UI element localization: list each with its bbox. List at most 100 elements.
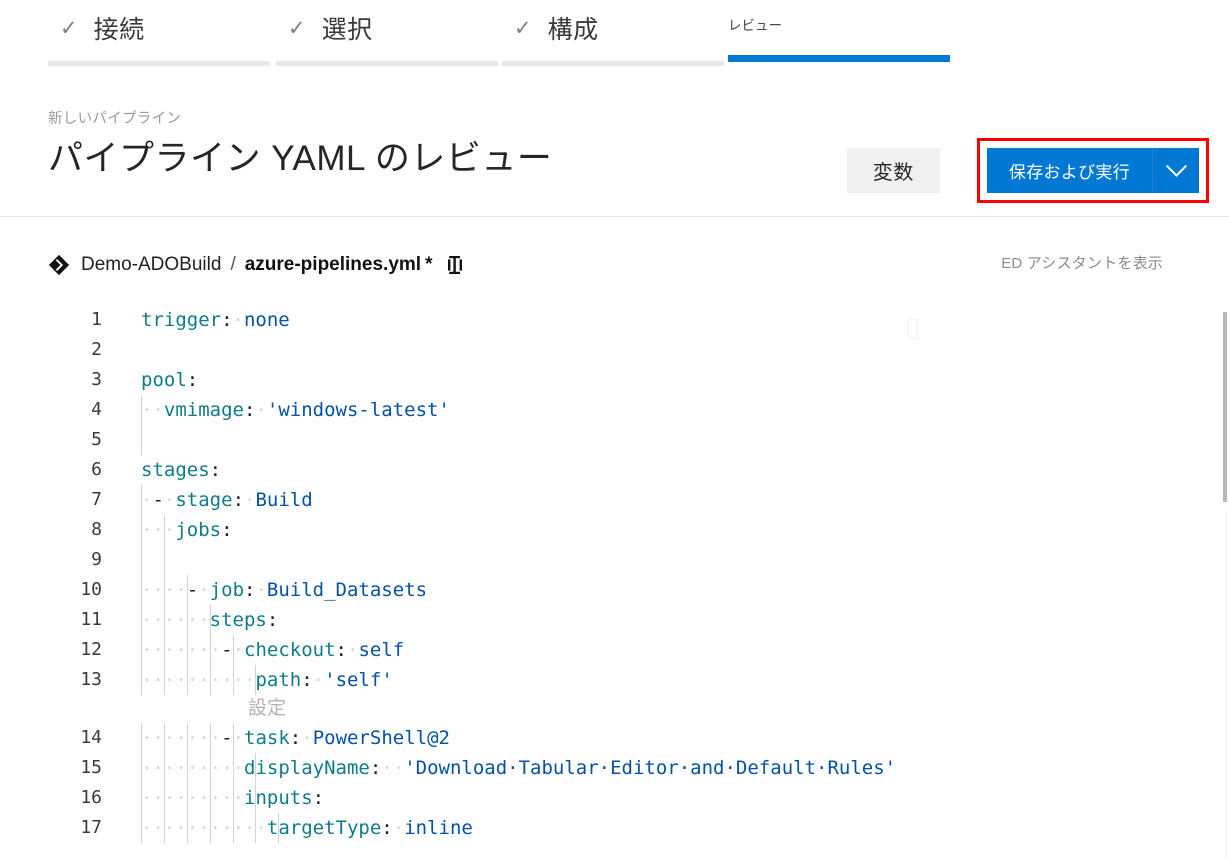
token-ws: ··	[186, 639, 210, 661]
code-line[interactable]: 9	[0, 545, 1229, 575]
token-val: PowerShell@2	[312, 727, 450, 749]
token-ws: ··	[163, 609, 187, 631]
code-line[interactable]: 14 ·······-·task:·PowerShell@2	[0, 723, 1229, 753]
wizard-tab-select[interactable]: ✓ 選択	[276, 0, 498, 70]
token-ws: ··	[141, 399, 164, 421]
code-line[interactable]: 4 ··vmimage:·'windows-latest'	[0, 395, 1229, 425]
token-punct: :	[301, 669, 313, 691]
code-line[interactable]: 2	[0, 335, 1229, 365]
wizard-tab-connect-row: ✓ 接続	[48, 0, 270, 56]
token-val: inline	[404, 817, 473, 839]
wizard-tab-connect-underline	[48, 61, 270, 66]
token-key: trigger	[141, 309, 222, 331]
token-ws: ·	[163, 489, 176, 511]
code-text: stages:	[141, 455, 221, 485]
line-number: 3	[91, 369, 102, 390]
code-line[interactable]: 6 stages:	[0, 455, 1229, 485]
unsaved-changes-marker: *	[425, 254, 433, 275]
token-key: jobs	[175, 519, 222, 541]
code-text: ·······-·task:·PowerShell@2	[141, 723, 450, 753]
line-number: 12	[80, 639, 102, 660]
token-punct: :	[335, 639, 347, 661]
code-line[interactable]: 11 ······steps:	[0, 605, 1229, 635]
token-ws: ··	[163, 579, 187, 601]
token-ws: ·	[198, 579, 210, 601]
token-ws: ··	[381, 757, 405, 779]
save-and-run-button[interactable]: 保存および実行	[986, 148, 1152, 193]
code-line[interactable]: 5	[0, 425, 1229, 455]
code-line[interactable]: 10 ····-·job:·Build_Datasets	[0, 575, 1229, 605]
line-number: 13	[80, 669, 102, 690]
code-line[interactable]: 1 trigger:·none	[0, 305, 1229, 335]
code-line[interactable]: 17 ···········targetType:·inline	[0, 813, 1229, 843]
wizard-tab-review-underline	[728, 55, 950, 62]
variables-button[interactable]: 変数	[846, 148, 940, 193]
yaml-code-editor[interactable]: 1 trigger:·none 2 3 pool: 4 ··vmimage:·'window…	[0, 305, 1229, 858]
token-punct: :	[221, 309, 233, 331]
code-text: trigger:·none	[141, 305, 290, 335]
token-dash: -	[221, 639, 233, 661]
code-line[interactable]: 8 ···jobs:	[0, 515, 1229, 545]
code-line[interactable]: 16 ·········inputs:	[0, 783, 1229, 813]
code-line[interactable]: 12 ·······-·checkout:·self	[0, 635, 1229, 665]
repo-name[interactable]: Demo-ADOBuild	[81, 254, 221, 276]
token-key: path	[255, 669, 302, 691]
token-ws: ··	[186, 727, 210, 749]
file-name[interactable]: azure-pipelines.yml	[245, 254, 421, 276]
code-line[interactable]: 7 ·-·stage:·Build	[0, 485, 1229, 515]
token-key: pool	[141, 369, 187, 391]
codelens-settings-link[interactable]: 設定	[248, 695, 286, 723]
token-ws: ·	[209, 727, 222, 749]
save-and-run-dropdown-button[interactable]	[1153, 148, 1199, 193]
token-ws: ·	[209, 639, 222, 661]
token-ws: ·	[232, 639, 245, 661]
token-punct: :	[289, 727, 302, 749]
code-line[interactable]: 15 ·········displayName:··'Download·Tabul…	[0, 753, 1229, 783]
token-ws: ·	[244, 489, 256, 511]
token-key: targetType	[266, 817, 382, 839]
wizard-tab-connect[interactable]: ✓ 接続	[48, 0, 270, 70]
line-number: 5	[91, 429, 102, 450]
token-ws: ··	[141, 757, 164, 779]
token-key: job	[209, 579, 245, 601]
editor-minimap-edge	[1226, 510, 1227, 858]
token-key: inputs	[244, 787, 313, 809]
line-number: 16	[80, 787, 102, 808]
token-ws: ··	[186, 787, 210, 809]
show-assistant-link[interactable]: ED アシスタントを表示	[1001, 252, 1163, 273]
token-key: stage	[175, 489, 233, 511]
check-icon: ✓	[514, 15, 532, 40]
token-ws: ··	[186, 757, 210, 779]
token-key: steps	[209, 609, 267, 631]
code-line[interactable]: 3 pool:	[0, 365, 1229, 395]
wizard-tab-configure-row: ✓ 構成	[502, 0, 724, 56]
header-divider	[0, 216, 1229, 217]
save-and-run-highlight-box: 保存および実行	[976, 138, 1209, 203]
token-ws: ··	[141, 669, 164, 691]
code-text: ···jobs:	[141, 515, 233, 545]
breadcrumb: 新しいパイプライン	[48, 111, 182, 127]
wizard-tab-select-label: 選択	[321, 16, 373, 44]
token-ws: ··	[186, 817, 210, 839]
token-ws: ·	[347, 639, 359, 661]
wizard-tab-connect-label: 接続	[93, 16, 145, 44]
line-number: 10	[80, 579, 102, 600]
code-line[interactable]: 13 ··········path:·'self'	[0, 665, 1229, 695]
editor-vertical-scrollbar[interactable]	[1223, 312, 1227, 502]
wizard-tab-select-underline	[276, 61, 498, 66]
branch-icon[interactable]	[446, 255, 464, 275]
token-ws: ·	[232, 309, 244, 331]
token-ws: ··	[186, 669, 210, 691]
text-cursor	[908, 319, 918, 339]
line-number: 11	[80, 609, 102, 630]
wizard-tab-configure-underline	[502, 61, 724, 66]
wizard-tab-configure[interactable]: ✓ 構成	[502, 0, 724, 70]
token-punct: :	[186, 369, 199, 391]
codelens-row: 設定	[0, 695, 1229, 723]
line-number: 4	[91, 399, 102, 420]
wizard-tab-review-row: レビュー	[728, 0, 950, 34]
token-ws: ·	[232, 727, 245, 749]
code-text: ··vmimage:·'windows-latest'	[141, 395, 450, 425]
wizard-tab-review[interactable]: レビュー	[728, 0, 950, 70]
token-ws: ·	[141, 489, 153, 511]
